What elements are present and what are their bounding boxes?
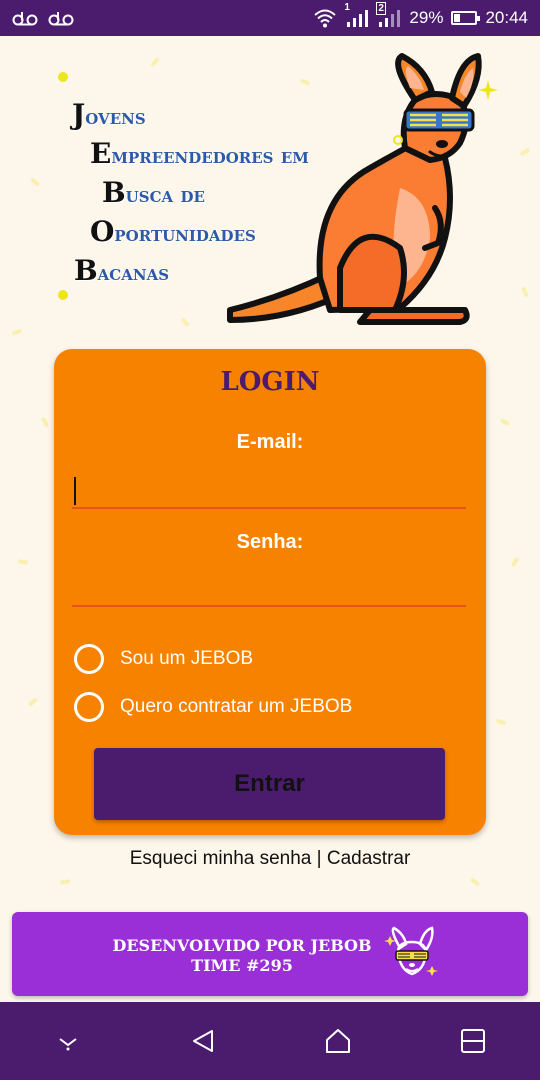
radio-button[interactable] [74, 644, 104, 674]
clock: 20:44 [485, 8, 528, 27]
footer-credits: DESENVOLVIDO POR JEBOB TIME #295 [92, 936, 392, 976]
yellow-dot [58, 72, 68, 82]
email-label: E-mail: [236, 431, 304, 453]
recents-icon [460, 1029, 485, 1053]
battery-percent: 29% [409, 8, 444, 27]
system-navigation-bar [0, 1002, 540, 1080]
register-link[interactable]: Cadastrar [327, 848, 410, 869]
kangaroo-head-icon [384, 926, 438, 976]
voicemail-icon [48, 10, 74, 26]
password-label: Senha: [236, 531, 304, 553]
email-field[interactable] [72, 459, 466, 509]
signal-icon: 1 [344, 2, 369, 28]
radio-button[interactable] [74, 692, 104, 722]
sim2-label: 2 [376, 2, 386, 15]
home-icon [325, 1029, 350, 1053]
login-button[interactable]: Entrar [94, 748, 445, 820]
radio-label: Sou um JEBOB [120, 648, 254, 669]
battery-icon [451, 11, 481, 25]
back-button[interactable] [173, 1011, 233, 1071]
password-field[interactable] [72, 557, 466, 607]
signal-icon: 2 [376, 2, 401, 28]
status-bar: 1 2 29% 20:44 [0, 0, 540, 36]
yellow-dot [58, 290, 68, 300]
hide-keyboard-button[interactable] [38, 1011, 98, 1071]
text-cursor [74, 477, 76, 505]
recents-button[interactable] [443, 1011, 503, 1071]
hide-keyboard-icon [58, 1038, 77, 1051]
kangaroo-mascot-icon [227, 53, 498, 325]
radio-label: Quero contratar um JEBOB [120, 696, 353, 717]
login-card: LOGIN E-mail: Senha: Sou um JEBOB Quero … [54, 349, 486, 835]
footer-line-team: TIME #295 [191, 956, 293, 975]
link-separator: | [311, 848, 327, 869]
radio-option-jebob[interactable]: Sou um JEBOB [74, 644, 253, 674]
voicemail-icon [12, 10, 38, 26]
footer-line-developed-by: DESENVOLVIDO POR JEBOB [112, 936, 372, 955]
footer-banner: DESENVOLVIDO POR JEBOB TIME #295 [12, 912, 528, 996]
home-button[interactable] [308, 1011, 368, 1071]
account-links: Esqueci minha senha | Cadastrar [0, 848, 540, 870]
back-icon [192, 1030, 213, 1052]
radio-option-hire-jebob[interactable]: Quero contratar um JEBOB [74, 692, 352, 722]
forgot-password-link[interactable]: Esqueci minha senha [130, 848, 312, 869]
login-title: LOGIN [220, 367, 320, 397]
sim1-label: 1 [344, 2, 350, 13]
wifi-icon [313, 8, 337, 28]
